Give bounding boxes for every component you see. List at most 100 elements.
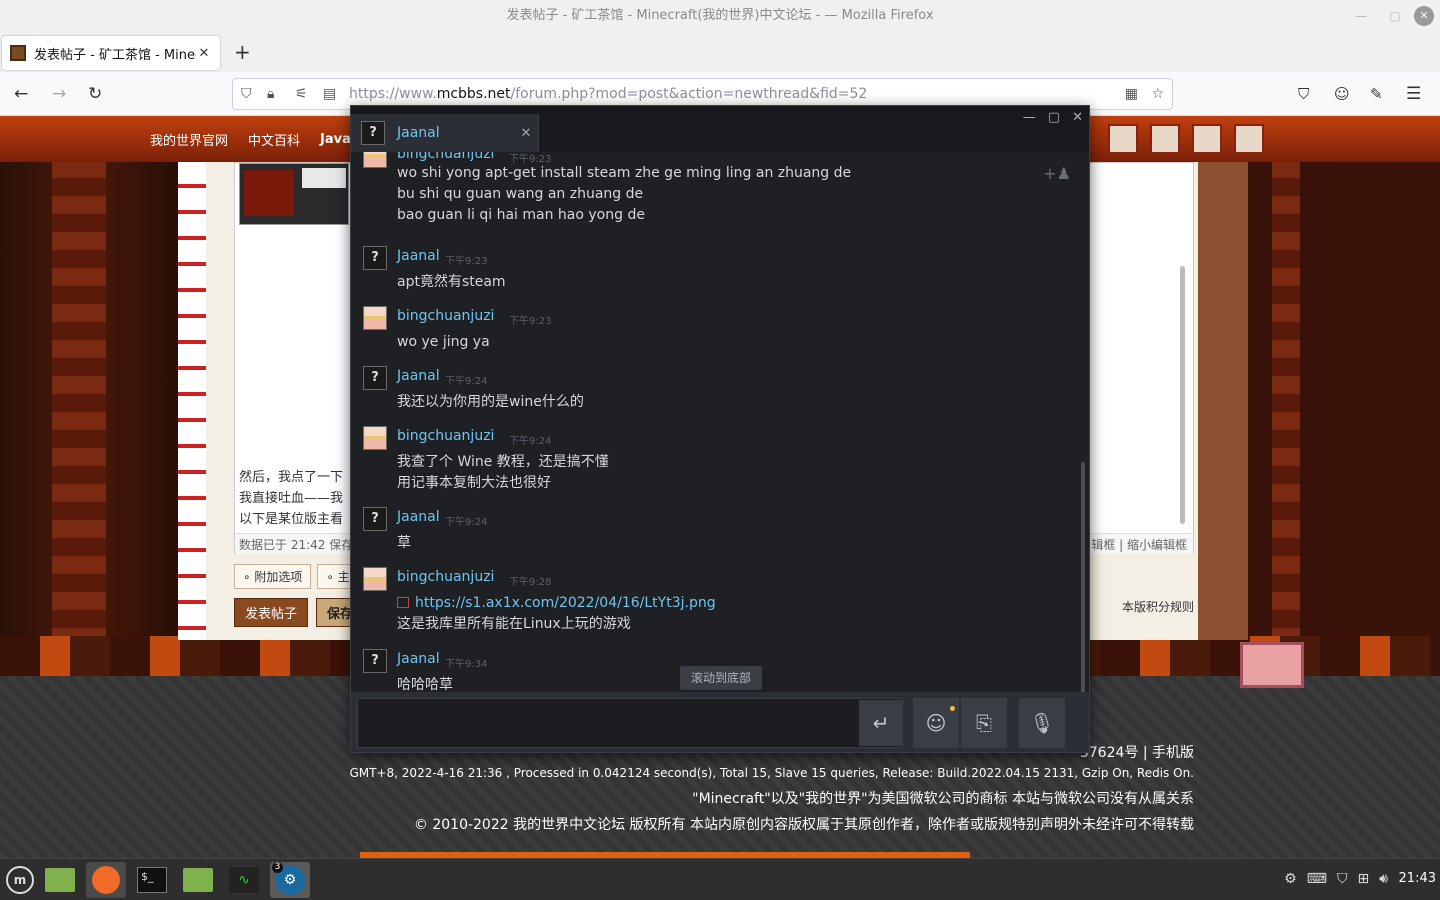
taskbar-system-monitor[interactable]: ∿ [224,862,264,898]
clock[interactable]: 21:43 [1399,871,1436,886]
jump-to-bottom-button[interactable]: 滚动到底部 [680,666,763,690]
voice-button[interactable]: 🎙︎ [1019,698,1065,748]
chat-message: bingchuanjuzi 下午9:23 wo ye jing ya [363,306,1043,353]
attach-button[interactable]: ⎘ [961,698,1007,748]
taskbar-files[interactable] [40,862,80,898]
forward-icon[interactable]: → [52,84,66,104]
chat-message: ? Jaanal 下午9:24 草 [363,507,1043,554]
extra-options-button[interactable]: ∘ 附加选项 [234,564,312,589]
pixel-mob-decoration [1240,642,1304,688]
chat-tab-name: Jaanal [397,125,440,141]
steam-window-count: 3 [272,862,283,873]
embedded-screenshot [239,163,349,225]
chat-minimize-icon[interactable]: — [1023,110,1036,125]
permissions-icon[interactable]: ⚟ [295,86,308,102]
editor-line: 然后，我点了一下 [239,470,344,485]
extensions-icon[interactable]: ✎ [1370,84,1383,104]
chat-compose-bar: ↵ ☺ ⎘ 🎙︎ [351,692,1089,752]
friend-avatar: ? [361,121,385,145]
send-button[interactable]: ↵ [859,700,903,746]
chat-scrollbar[interactable] [1081,462,1085,692]
user-avatar [363,152,387,168]
site-nav: 我的世界官网 中文百科 Javal [150,116,355,162]
chat-close-icon[interactable]: ✕ [1072,110,1083,125]
message-line: 我还以为你用的是wine什么的 [397,394,584,410]
message-line: 草 [397,535,411,551]
message-link[interactable]: https://s1.ax1x.com/2022/04/16/LtYt3j.pn… [415,595,716,611]
emoticon-button[interactable]: ☺ [913,698,959,748]
mint-logo-icon: m [6,866,34,894]
editor-line: 我直接吐血——我 [239,491,344,506]
bookmark-star-icon[interactable]: ☆ [1151,86,1164,102]
pocket-icon[interactable]: ⛉ [1298,84,1309,104]
chat-message: bingchuanjuzi 下午9:24 我查了个 Wine 教程，还是搞不懂 … [363,426,1043,494]
keyboard-icon[interactable]: ⌨ [1307,871,1327,887]
page-info-icon[interactable]: ▤ [323,86,336,102]
message-line: 我查了个 Wine 教程，还是搞不懂 [397,454,609,470]
taskbar-firefox[interactable] [86,862,126,898]
folder-icon [45,868,75,892]
new-tab-button[interactable]: + [234,42,251,62]
chat-maximize-icon[interactable]: ▢ [1048,110,1060,125]
account-avatar-icon[interactable]: ☺ [1334,84,1350,104]
network-icon[interactable]: ⊞ [1357,871,1369,887]
close-chat-tab-icon[interactable]: ✕ [514,126,538,141]
message-line: apt竟然有steam [397,274,506,290]
close-window-icon[interactable]: ✕ [1414,6,1434,26]
message-time: 下午9:24 [509,436,552,447]
url-text[interactable]: https://www.mcbbs.net/forum.php?mod=post… [349,86,867,102]
footer-processed: GMT+8, 2022-4-16 21:36 , Processed in 0.… [349,766,1195,780]
volume-icon[interactable]: 🔊︎ [1379,871,1388,887]
send-icon: ↵ [872,711,890,735]
decor-pillar [1272,162,1300,682]
message-author[interactable]: Jaanal [397,509,440,525]
close-tab-icon[interactable]: ✕ [196,46,212,61]
nav-link-wiki[interactable]: 中文百科 [248,130,300,149]
palette-icon[interactable] [1234,124,1264,154]
menu-hamburger-icon[interactable]: ☰ [1406,84,1421,104]
reload-icon[interactable]: ↻ [88,84,102,104]
editor-text[interactable]: 然后，我点了一下 我直接吐血——我 以下是某位版主看 [239,467,343,530]
footer-trademark: "Minecraft"以及"我的世界"为美国微软公司的商标 本站与微软公司没有从… [692,791,1194,807]
submit-post-button[interactable]: 发表帖子 [234,598,309,627]
reader-view-icon[interactable]: ▦ [1125,86,1138,102]
message-author[interactable]: bingchuanjuzi [397,152,494,162]
minimize-icon[interactable]: — [1346,0,1376,32]
message-author[interactable]: bingchuanjuzi [397,308,494,324]
message-time: 下午9:23 [445,256,488,267]
chat-tab[interactable]: ? Jaanal ✕ [351,114,539,152]
nav-link-official[interactable]: 我的世界官网 [150,130,228,149]
editor-scrollbar[interactable] [1180,266,1185,524]
shield-update-icon[interactable]: ⛉ [1337,871,1348,887]
taskbar-files-2[interactable] [178,862,218,898]
message-line: 用记事本复制大法也很好 [397,475,551,491]
steam-chat-window[interactable]: ? Jaanal ✕ — ▢ ✕ +♟ bingchuanjuzi 下午9:23… [350,105,1090,753]
message-author[interactable]: Jaanal [397,651,440,667]
book-binding [178,162,206,640]
message-author[interactable]: bingchuanjuzi [397,428,494,444]
taskbar-steam[interactable]: ⚙ 3 [270,862,310,898]
folder-icon [183,868,213,892]
shield-icon[interactable]: ⛉ [241,86,252,102]
footer-links[interactable]: 37624号 | 手机版 [1080,742,1194,762]
message-author[interactable]: Jaanal [397,368,440,384]
chat-message-input[interactable] [357,698,903,748]
resize-editor-links[interactable]: 辑框 | 缩小编辑框 [1091,536,1187,553]
maximize-icon[interactable]: ▢ [1380,0,1410,32]
message-list[interactable]: +♟ bingchuanjuzi 下午9:23 wo shi yong apt-… [351,152,1089,692]
message-author[interactable]: Jaanal [397,248,440,264]
steam-tray-icon[interactable]: ⚙ [1284,871,1297,887]
back-icon[interactable]: ← [14,84,28,104]
potion-icon[interactable] [1192,124,1222,154]
mail-icon[interactable] [1108,124,1138,154]
mint-menu-button[interactable]: m [0,862,40,898]
rules-link[interactable]: 本版积分规则 [1122,598,1194,615]
message-time: 下午9:23 [509,316,552,327]
tab-strip: 发表帖子 - 矿工茶馆 - Minecraft ✕ + [0,32,1440,72]
taskbar-terminal[interactable]: $_ [132,862,172,898]
browser-tab[interactable]: 发表帖子 - 矿工茶馆 - Minecraft ✕ [2,36,220,70]
message-author[interactable]: bingchuanjuzi [397,569,494,585]
block-icon[interactable] [1150,124,1180,154]
lock-icon[interactable]: 🔒︎ [267,86,274,102]
invite-friend-icon[interactable]: +♟ [1043,164,1071,183]
